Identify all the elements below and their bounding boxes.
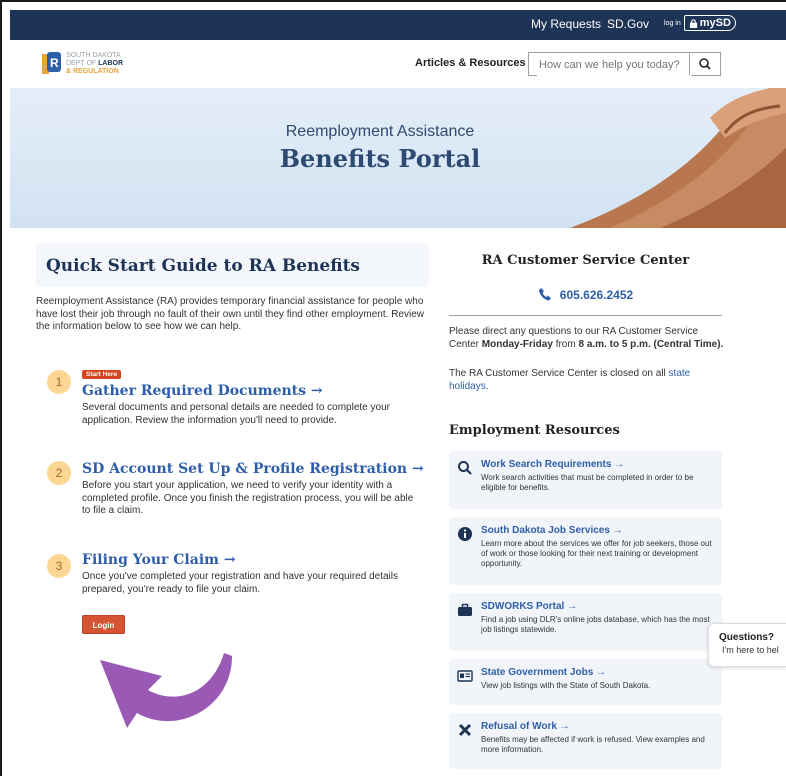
step-2-description: Before you start your application, we ne… — [82, 480, 414, 516]
resource-title: Work Search Requirements → — [481, 459, 625, 470]
chat-title: Questions? — [719, 632, 775, 643]
step-2-number: 2 — [47, 461, 71, 485]
resource-title: SDWORKS Portal → — [481, 601, 578, 612]
logo-mark-icon: R — [42, 52, 61, 74]
start-here-badge: Start Here — [82, 370, 122, 379]
employment-resources-title: Employment Resources — [449, 423, 620, 438]
mysd-label: mySD — [699, 17, 731, 29]
resource-title: South Dakota Job Services → — [481, 525, 623, 536]
chat-widget[interactable]: Questions? I'm here to hel — [708, 623, 786, 667]
step-2-title-link[interactable]: SD Account Set Up & Profile Registration… — [82, 461, 424, 477]
resource-description: Learn more about the services we offer f… — [481, 539, 712, 568]
step-3-description: Once you've completed your registration … — [82, 571, 398, 595]
x-icon — [458, 723, 472, 737]
resource-card-job-services[interactable]: South Dakota Job Services → Learn more a… — [449, 517, 722, 585]
search-box — [528, 52, 721, 76]
login-small-label: log in — [664, 19, 681, 27]
my-requests-link[interactable]: My Requests — [531, 17, 601, 31]
resource-card-refusal[interactable]: Refusal of Work → Benefits may be affect… — [449, 713, 722, 769]
step-1-number: 1 — [47, 370, 71, 394]
mysd-badge: mySD — [683, 15, 736, 31]
resource-title: State Government Jobs → — [481, 667, 607, 678]
resource-card-state-jobs[interactable]: State Government Jobs → View job listing… — [449, 659, 722, 705]
step-3-number: 3 — [47, 554, 71, 578]
customer-service-closed-note: The RA Customer Service Center is closed… — [449, 368, 691, 392]
lock-icon — [689, 18, 697, 28]
phone-number-text: 605.626.2452 — [559, 288, 634, 302]
briefcase-icon — [458, 603, 472, 616]
customer-service-hours: Please direct any questions to our RA Cu… — [449, 326, 724, 350]
logo-text: SOUTH DAKOTA DEPT OF LABOR & REGULATION — [66, 52, 124, 75]
resource-description: Benefits may be affected if work is refu… — [481, 735, 705, 754]
phone-icon — [538, 288, 551, 301]
id-card-icon — [457, 670, 473, 682]
hero-banner: Reemployment Assistance Benefits Portal — [10, 88, 786, 228]
search-icon — [699, 58, 711, 70]
search-icon — [458, 461, 472, 475]
hero-subtitle: Reemployment Assistance — [285, 123, 475, 140]
quick-start-title: Quick Start Guide to RA Benefits — [46, 256, 360, 276]
chat-text: I'm here to hel — [722, 645, 779, 655]
resource-title: Refusal of Work → — [481, 721, 570, 732]
curved-arrow-icon — [100, 653, 232, 728]
site-header: R SOUTH DAKOTA DEPT OF LABOR & REGULATIO… — [10, 40, 786, 89]
customer-service-title: RA Customer Service Center — [481, 253, 690, 268]
resource-description: View job listings with the State of Sout… — [481, 681, 651, 690]
articles-resources-link[interactable]: Articles & Resources — [415, 57, 526, 69]
step-1-title-link[interactable]: Gather Required Documents → — [82, 383, 323, 399]
top-utility-bar: My Requests SD.Gov log in mySD — [10, 10, 786, 40]
quick-start-intro: Reemployment Assistance (RA) provides te… — [36, 296, 424, 332]
login-button[interactable]: Login — [82, 615, 125, 634]
hero-title: Benefits Portal — [279, 144, 481, 173]
resource-description: Find a job using DLR's online jobs datab… — [481, 615, 710, 634]
quick-start-title-box: Quick Start Guide to RA Benefits — [36, 243, 429, 287]
resource-card-work-search[interactable]: Work Search Requirements → Work search a… — [449, 451, 722, 509]
sdgov-link[interactable]: SD.Gov — [607, 17, 649, 31]
divider — [449, 315, 722, 316]
search-button[interactable] — [689, 53, 720, 75]
svg-text:R: R — [50, 56, 59, 70]
step-1-description: Several documents and personal details a… — [82, 402, 390, 426]
search-input[interactable] — [537, 54, 691, 76]
phone-number[interactable]: 605.626.2452 — [449, 287, 722, 302]
step-3-title-link[interactable]: Filing Your Claim → — [82, 552, 236, 568]
mysd-login[interactable]: log in mySD — [664, 15, 736, 31]
dlr-logo[interactable]: R SOUTH DAKOTA DEPT OF LABOR & REGULATIO… — [42, 52, 123, 76]
info-icon — [458, 527, 472, 541]
resource-description: Work search activities that must be comp… — [481, 473, 694, 492]
resource-card-sdworks[interactable]: SDWORKS Portal → Find a job using DLR's … — [449, 593, 722, 651]
